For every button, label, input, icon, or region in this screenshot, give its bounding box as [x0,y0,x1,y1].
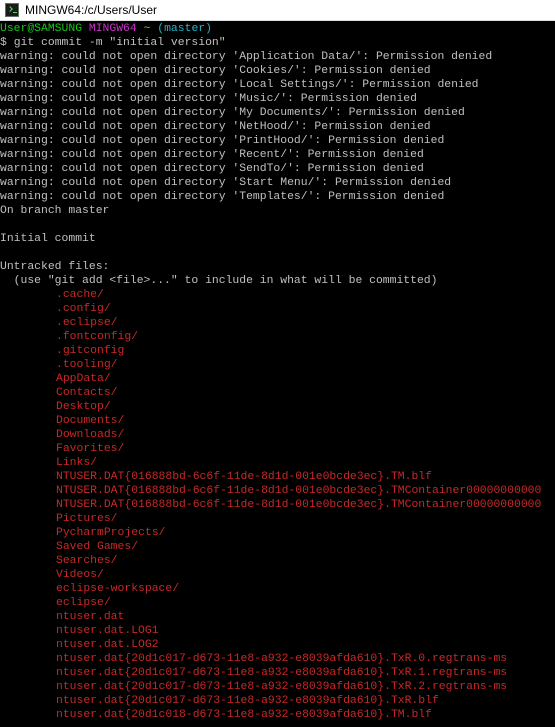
untracked-files-header: Untracked files: [0,261,110,273]
warning-line: warning: could not open directory 'Cooki… [0,65,431,77]
terminal-output[interactable]: User@SAMSUNG MINGW64 ~ (master) $ git co… [0,22,555,727]
untracked-file-item: AppData/ [56,373,111,385]
untracked-file-item: .config/ [56,303,111,315]
prompt-line: User@SAMSUNG MINGW64 ~ (master) [0,22,555,36]
warning-line: warning: could not open directory 'SendT… [0,163,424,175]
untracked-file-item: Pictures/ [56,513,118,525]
untracked-file-item: Documents/ [56,415,125,427]
warning-line: warning: could not open directory 'Music… [0,93,417,105]
untracked-file-list: .cache/ .config/ .eclipse/ .fontconfig/ .git… [0,288,555,722]
untracked-file-item: ntuser.dat{20d1c017-d673-11e8-a932-e8039… [56,653,508,665]
untracked-file-item: .cache/ [56,289,104,301]
untracked-file-item: .eclipse/ [56,317,118,329]
untracked-file-item: NTUSER.DAT{016888bd-6c6f-11de-8d1d-001e0… [56,471,432,483]
untracked-file-item: ntuser.dat.LOG1 [56,625,159,637]
terminal-window: MINGW64:/c/Users/User User@SAMSUNG MINGW… [0,0,555,727]
untracked-file-item: Favorites/ [56,443,125,455]
untracked-file-item: ntuser.dat{20d1c017-d673-11e8-a932-e8039… [56,667,508,679]
untracked-file-item: Downloads/ [56,429,125,441]
untracked-file-item: NTUSER.DAT{016888bd-6c6f-11de-8d1d-001e0… [56,499,542,511]
initial-commit-line: Initial commit [0,233,96,245]
untracked-file-item: Videos/ [56,569,104,581]
warning-line: warning: could not open directory 'Templ… [0,191,445,203]
untracked-file-item: ntuser.dat{20d1c018-d673-11e8-a932-e8039… [56,709,432,721]
window-title: MINGW64:/c/Users/User [25,3,158,17]
untracked-file-item: PycharmProjects/ [56,527,166,539]
command-text: git commit -m "initial version" [13,37,226,49]
prompt-branch: (master) [157,23,212,35]
untracked-file-item: ntuser.dat{20d1c017-d673-11e8-a932-e8039… [56,695,439,707]
branch-status-line: On branch master [0,205,110,217]
warning-line: warning: could not open directory 'Print… [0,135,445,147]
untracked-file-item: Searches/ [56,555,118,567]
untracked-file-item: eclipse/ [56,597,111,609]
untracked-file-item: .tooling/ [56,359,118,371]
untracked-file-item: ntuser.dat{20d1c017-d673-11e8-a932-e8039… [56,681,508,693]
warning-line: warning: could not open directory 'Local… [0,79,479,91]
prompt-env: MINGW64 [88,23,137,35]
untracked-file-item: ntuser.dat [56,611,125,623]
warning-line: warning: could not open directory 'Start… [0,177,452,189]
warning-line: warning: could not open directory 'My Do… [0,107,465,119]
untracked-file-item: ntuser.dat.LOG2 [56,639,159,651]
untracked-file-item: Links/ [56,457,98,469]
untracked-file-item: .fontconfig/ [56,331,139,343]
untracked-file-item: .gitconfig [56,345,125,357]
git-bash-terminal-icon [5,3,19,17]
untracked-file-item: NTUSER.DAT{016888bd-6c6f-11de-8d1d-001e0… [56,485,542,497]
prompt-path: ~ [143,23,151,35]
untracked-file-item: Saved Games/ [56,541,139,553]
prompt-user-host: User@SAMSUNG [0,23,83,35]
warning-line: warning: could not open directory 'Recen… [0,149,424,161]
title-bar[interactable]: MINGW64:/c/Users/User [0,0,555,21]
untracked-file-item: eclipse-workspace/ [56,583,180,595]
warning-list: warning: could not open directory 'Appli… [0,50,555,204]
git-add-hint: (use "git add <file>..." to include in w… [0,275,438,287]
command-line: $ git commit -m "initial version" [0,36,555,50]
warning-line: warning: could not open directory 'Appli… [0,51,493,63]
untracked-file-item: Desktop/ [56,401,111,413]
untracked-file-item: Contacts/ [56,387,118,399]
prompt-symbol: $ [0,37,7,49]
warning-line: warning: could not open directory 'NetHo… [0,121,431,133]
